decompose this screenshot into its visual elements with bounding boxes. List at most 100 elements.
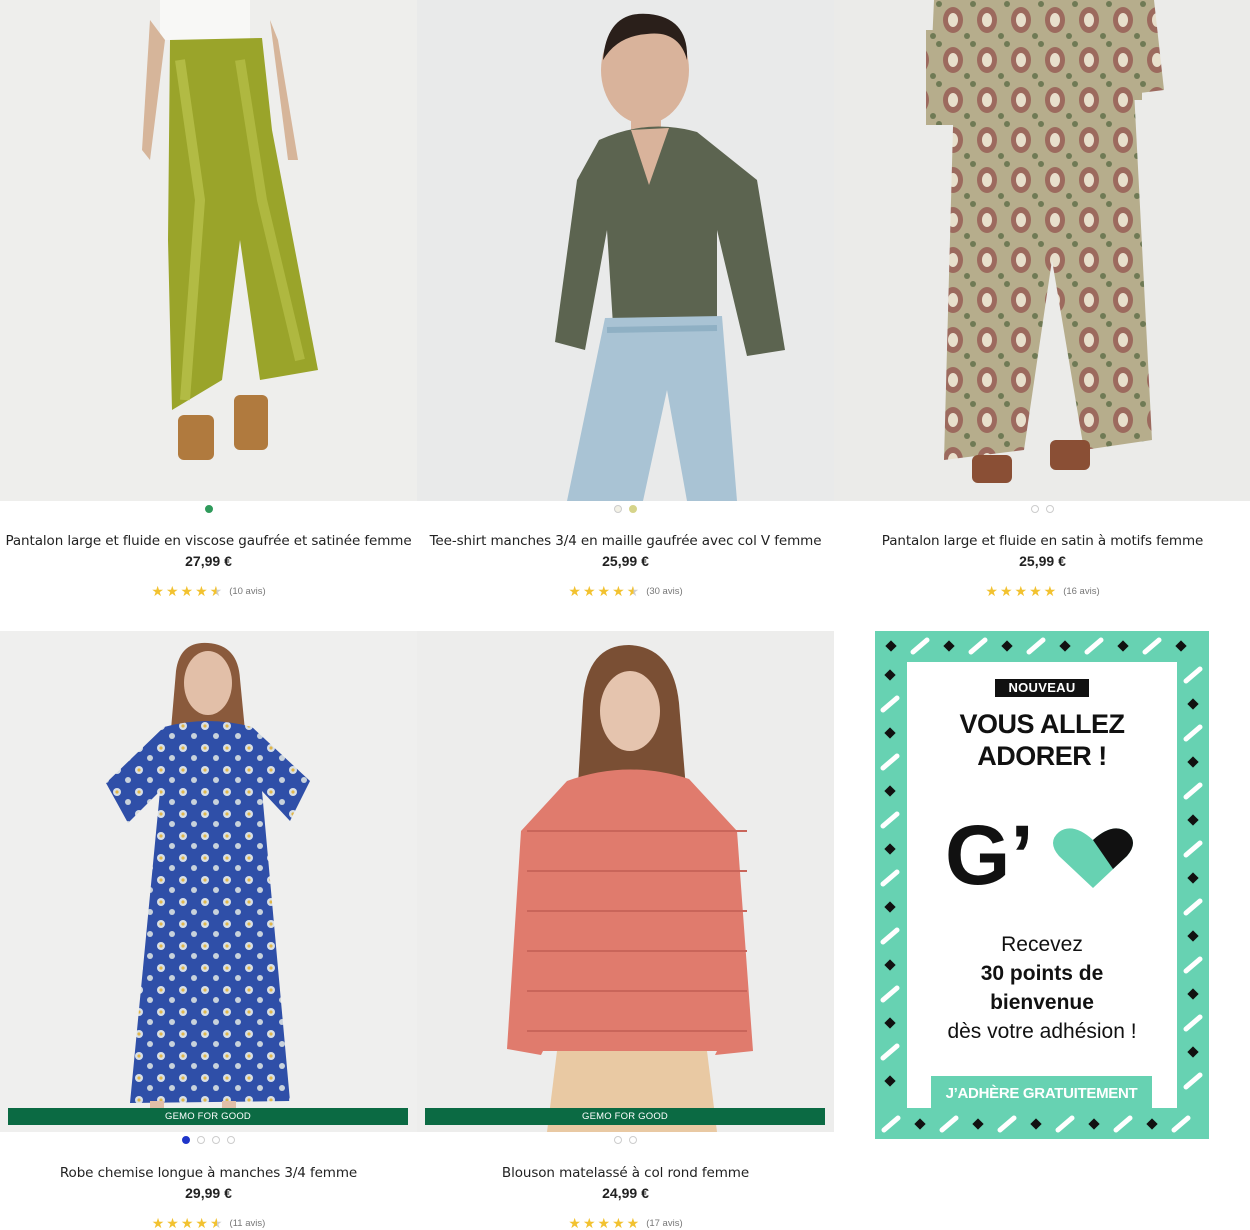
- slash-mark: [1183, 1072, 1203, 1090]
- product-image[interactable]: [0, 0, 417, 501]
- slash-mark: [1183, 666, 1203, 684]
- diamond-mark: [1187, 872, 1199, 884]
- color-swatch[interactable]: [1031, 505, 1039, 513]
- diamond-mark: [884, 843, 896, 855]
- product-price: 29,99 €: [185, 1185, 232, 1201]
- product-rating: ★ ★ ★ ★ ★ (16 avis): [834, 584, 1250, 598]
- star-icon: ★: [985, 583, 998, 599]
- product-image[interactable]: [834, 0, 1250, 501]
- star-icon: ★: [597, 583, 611, 599]
- color-swatch[interactable]: [629, 1136, 637, 1144]
- color-swatches: [0, 1136, 417, 1144]
- color-swatches: [834, 505, 1250, 513]
- half-star-icon: ★: [209, 583, 223, 599]
- slash-mark: [1026, 637, 1046, 655]
- color-swatch[interactable]: [1046, 505, 1054, 513]
- color-swatch[interactable]: [197, 1136, 205, 1144]
- product-image[interactable]: [0, 631, 417, 1132]
- diamond-mark: [1187, 930, 1199, 942]
- diamond-mark: [1187, 814, 1199, 826]
- product-price: 25,99 €: [602, 553, 649, 569]
- promo-line: Recevez: [1001, 933, 1083, 956]
- product-title[interactable]: Pantalon large et fluide en viscose gauf…: [0, 533, 417, 549]
- promo-headline-line: ADORER !: [977, 741, 1107, 771]
- product-card[interactable]: Pantalon large et fluide en satin à moti…: [834, 0, 1250, 620]
- star-icon: ★: [166, 1215, 179, 1230]
- review-count[interactable]: (10 avis): [229, 586, 265, 597]
- review-count[interactable]: (11 avis): [230, 1218, 266, 1229]
- diamond-mark: [1030, 1118, 1042, 1130]
- star-icon: ★: [999, 583, 1013, 599]
- diamond-mark: [914, 1118, 926, 1130]
- review-count[interactable]: (30 avis): [646, 586, 682, 597]
- loyalty-promo-banner[interactable]: NOUVEAU VOUS ALLEZ ADORER ! G’ Recevez 3…: [875, 631, 1209, 1139]
- slash-mark: [1171, 1115, 1191, 1133]
- color-swatch[interactable]: [629, 505, 637, 513]
- color-swatch[interactable]: [204, 505, 213, 513]
- color-swatches: [417, 1136, 834, 1144]
- diamond-mark: [885, 640, 897, 652]
- review-count[interactable]: (16 avis): [1063, 586, 1099, 597]
- color-swatch[interactable]: [227, 1136, 235, 1144]
- color-swatch[interactable]: [212, 1136, 220, 1144]
- product-title[interactable]: Pantalon large et fluide en satin à moti…: [834, 533, 1250, 549]
- star-icon: ★: [180, 1215, 194, 1230]
- star-icon: ★: [568, 1215, 581, 1230]
- color-swatch[interactable]: [614, 505, 622, 513]
- star-icon: ★: [582, 583, 596, 599]
- star-icon: ★: [597, 1215, 611, 1230]
- color-swatch[interactable]: [182, 1136, 190, 1144]
- star-icon: ★: [612, 583, 625, 599]
- color-swatches: [0, 505, 417, 513]
- product-title[interactable]: Tee-shirt manches 3/4 en maille gaufrée …: [417, 533, 834, 549]
- star-icon: ★: [1029, 583, 1042, 599]
- diamond-mark: [884, 785, 896, 797]
- star-icon: ★: [568, 583, 581, 599]
- product-price: 25,99 €: [1019, 553, 1066, 569]
- slash-mark: [1183, 840, 1203, 858]
- color-swatches: [417, 505, 834, 513]
- slash-mark: [880, 869, 900, 887]
- product-title[interactable]: Blouson matelassé à col rond femme: [417, 1165, 834, 1181]
- product-image[interactable]: [417, 0, 834, 501]
- product-card[interactable]: GEMO FOR GOOD Robe chemise longue à manc…: [0, 631, 417, 1230]
- star-icon: ★: [612, 1215, 625, 1230]
- diamond-mark: [943, 640, 955, 652]
- promo-message: Recevez 30 points de bienvenue dès votre…: [907, 930, 1177, 1046]
- star-icon: ★: [151, 583, 164, 599]
- slash-mark: [1084, 637, 1104, 655]
- product-card[interactable]: GEMO FOR GOOD Blouson matelassé à col ro…: [417, 631, 834, 1230]
- promo-line: bienvenue: [990, 991, 1094, 1014]
- product-price: 24,99 €: [602, 1185, 649, 1201]
- diamond-mark: [1187, 988, 1199, 1000]
- product-rating: ★ ★ ★ ★ ★ (30 avis): [417, 584, 834, 598]
- promo-panel: NOUVEAU VOUS ALLEZ ADORER ! G’ Recevez 3…: [907, 662, 1177, 1112]
- review-count[interactable]: (17 avis): [646, 1218, 682, 1229]
- heart-icon: [1053, 828, 1133, 888]
- product-price: 27,99 €: [185, 553, 232, 569]
- slash-mark: [880, 695, 900, 713]
- gemo-for-good-badge: GEMO FOR GOOD: [425, 1108, 825, 1125]
- diamond-mark: [884, 1017, 896, 1029]
- slash-mark: [881, 1115, 901, 1133]
- diamond-mark: [884, 901, 896, 913]
- product-rating: ★ ★ ★ ★ ★ (17 avis): [417, 1216, 834, 1230]
- slash-mark: [1183, 1014, 1203, 1032]
- product-title[interactable]: Robe chemise longue à manches 3/4 femme: [0, 1165, 417, 1181]
- slash-mark: [910, 637, 930, 655]
- star-icon: ★: [195, 1215, 208, 1230]
- product-card[interactable]: Tee-shirt manches 3/4 en maille gaufrée …: [417, 0, 834, 620]
- color-swatch[interactable]: [614, 1136, 622, 1144]
- diamond-mark: [884, 727, 896, 739]
- slash-mark: [1183, 782, 1203, 800]
- slash-mark: [1183, 724, 1203, 742]
- star-icon: ★: [195, 583, 208, 599]
- join-free-button[interactable]: J’ADHÈRE GRATUITEMENT: [931, 1076, 1152, 1112]
- product-image[interactable]: [417, 631, 834, 1132]
- product-rating: ★ ★ ★ ★ ★ (10 avis): [0, 584, 417, 598]
- promo-line: dès votre adhésion !: [947, 1020, 1137, 1043]
- star-icon: ★: [626, 1215, 640, 1230]
- diamond-mark: [972, 1118, 984, 1130]
- star-icon: ★: [180, 583, 194, 599]
- product-card[interactable]: Pantalon large et fluide en viscose gauf…: [0, 0, 417, 620]
